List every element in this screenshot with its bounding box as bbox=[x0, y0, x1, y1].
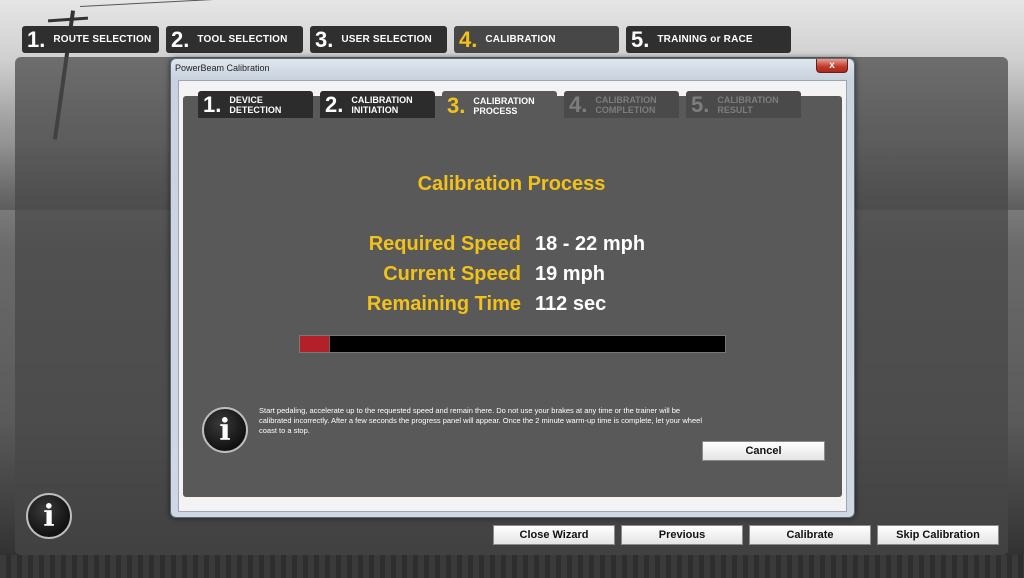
progress-fill bbox=[300, 336, 330, 352]
background-ground bbox=[0, 555, 1024, 578]
tab-label: CALIBRATION RESULT bbox=[717, 94, 779, 115]
step-number: 4. bbox=[459, 26, 478, 52]
step-label: USER SELECTION bbox=[341, 34, 432, 45]
top-step-tool-selection[interactable]: 2. TOOL SELECTION bbox=[166, 26, 303, 53]
top-step-training-or-race[interactable]: 5. TRAINING or RACE bbox=[626, 26, 791, 53]
step-number: 1. bbox=[27, 26, 46, 52]
tab-number: 4. bbox=[569, 91, 588, 117]
calibrate-button[interactable]: Calibrate bbox=[749, 525, 871, 545]
top-step-calibration[interactable]: 4. CALIBRATION bbox=[454, 26, 619, 53]
tab-label: CALIBRATION COMPLETION bbox=[595, 94, 657, 115]
background-pole-crossbar bbox=[47, 16, 89, 23]
remaining-time-value: 112 sec bbox=[535, 293, 607, 315]
remaining-time-label: Remaining Time bbox=[366, 293, 521, 315]
instructions-text: Start pedaling, accelerate up to the req… bbox=[259, 406, 702, 435]
step-label: CALIBRATION bbox=[485, 34, 556, 45]
tab-calibration-result: 5. CALIBRATION RESULT bbox=[686, 91, 801, 118]
tab-label: CALIBRATION INITIATION bbox=[351, 94, 413, 115]
info-icon[interactable]: i bbox=[26, 493, 72, 539]
tab-calibration-initiation[interactable]: 2. CALIBRATION INITIATION bbox=[320, 91, 435, 118]
tab-number: 2. bbox=[325, 91, 344, 117]
cancel-button[interactable]: Cancel bbox=[702, 441, 825, 461]
dialog-title: PowerBeam Calibration bbox=[175, 63, 270, 73]
page-title: Calibration Process bbox=[417, 173, 606, 195]
top-step-user-selection[interactable]: 3. USER SELECTION bbox=[310, 26, 447, 53]
calibration-content: Calibration Process Required Speed 18 - … bbox=[190, 138, 833, 490]
skip-calibration-button[interactable]: Skip Calibration bbox=[877, 525, 999, 545]
tab-number: 3. bbox=[447, 93, 466, 118]
top-step-route-selection[interactable]: 1. ROUTE SELECTION bbox=[22, 26, 159, 53]
close-wizard-button[interactable]: Close Wizard bbox=[493, 525, 615, 545]
step-label: ROUTE SELECTION bbox=[53, 34, 152, 45]
tab-number: 5. bbox=[691, 91, 710, 117]
step-number: 2. bbox=[171, 26, 190, 52]
step-number: 5. bbox=[631, 26, 650, 52]
current-speed-label: Current Speed bbox=[383, 263, 521, 285]
close-icon[interactable]: x bbox=[816, 59, 848, 73]
previous-button[interactable]: Previous bbox=[621, 525, 743, 545]
tab-label: CALIBRATION PROCESS bbox=[473, 96, 535, 116]
tab-number: 1. bbox=[203, 91, 222, 117]
required-speed-value: 18 - 22 mph bbox=[535, 233, 646, 255]
tab-calibration-completion: 4. CALIBRATION COMPLETION bbox=[564, 91, 679, 118]
background-wire bbox=[79, 0, 440, 7]
tab-label: DEVICE DETECTION bbox=[229, 94, 282, 115]
info-icon: i bbox=[202, 407, 248, 453]
step-label: TRAINING or RACE bbox=[657, 34, 753, 45]
step-label: TOOL SELECTION bbox=[197, 34, 288, 45]
tab-calibration-process[interactable]: 3. CALIBRATION PROCESS bbox=[442, 91, 557, 121]
calibration-dialog: PowerBeam Calibration x 1. DEVICE DETECTI… bbox=[170, 58, 855, 518]
required-speed-label: Required Speed bbox=[368, 233, 521, 255]
step-number: 3. bbox=[315, 26, 334, 52]
calibration-progress-bar bbox=[299, 335, 726, 353]
tab-device-detection[interactable]: 1. DEVICE DETECTION bbox=[198, 91, 313, 118]
current-speed-value: 19 mph bbox=[535, 263, 606, 285]
